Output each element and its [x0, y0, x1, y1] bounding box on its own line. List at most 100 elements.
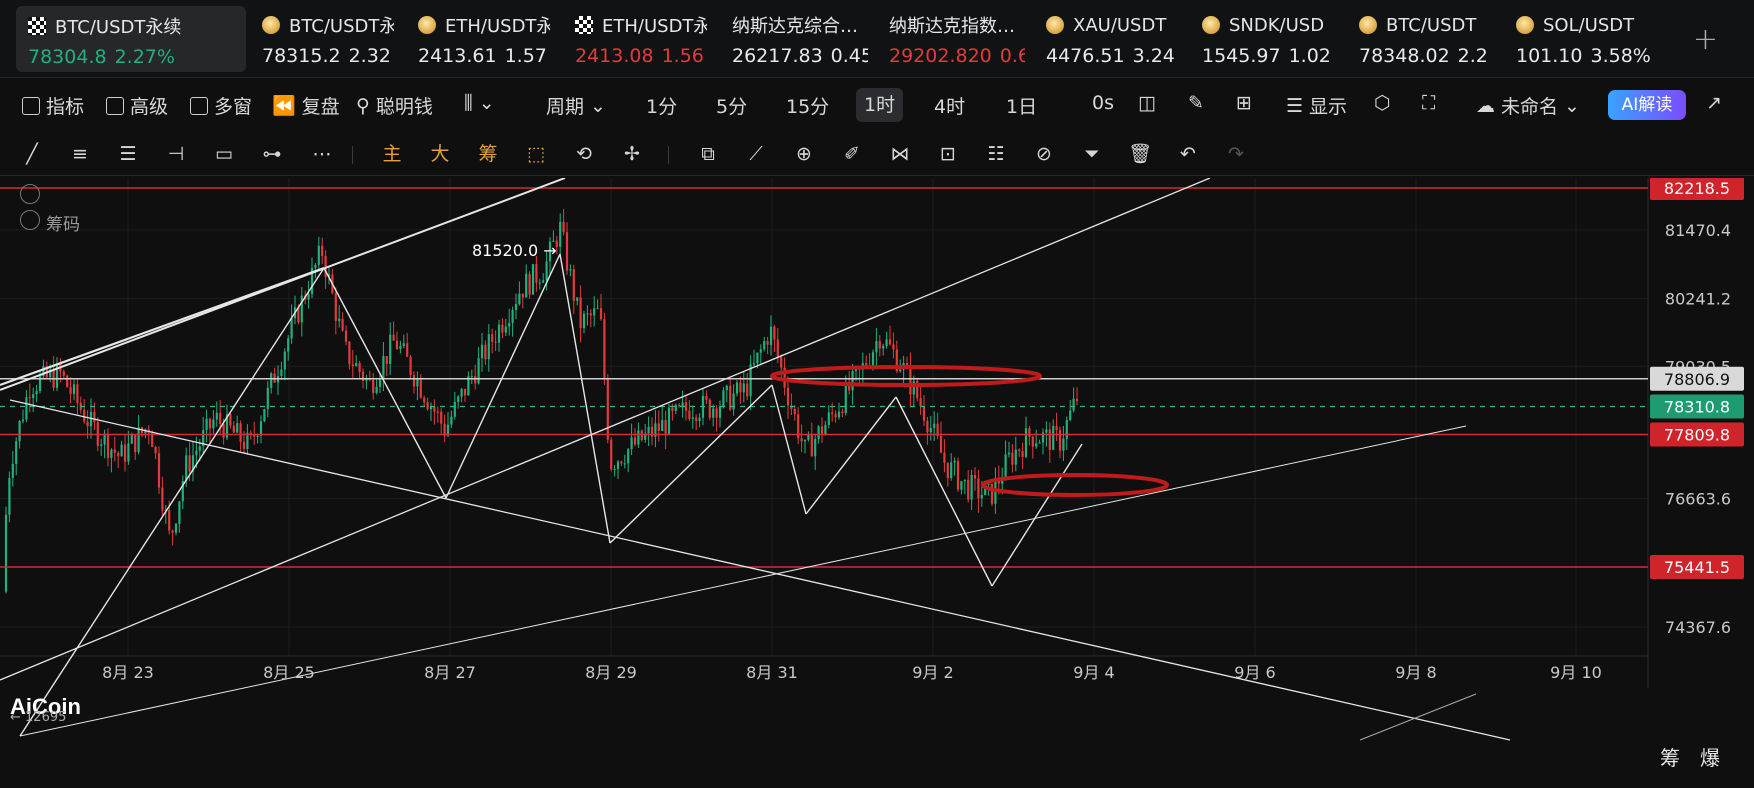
fullscreen-icon[interactable]: ⛶: [1422, 92, 1435, 114]
zoom-in-icon[interactable]: ⊕: [792, 142, 816, 166]
price-chart[interactable]: 81520.0 → 82218.581470.480241.279030.578…: [0, 178, 1754, 778]
more-tools-icon[interactable]: ⋯: [310, 142, 334, 166]
candle-up: [531, 264, 535, 295]
liquidation-toggle-bottom[interactable]: 爆: [1700, 746, 1740, 770]
trash-icon[interactable]: 🗑: [1128, 142, 1152, 166]
candle-up: [300, 295, 303, 323]
candle-up: [355, 363, 358, 366]
candle-up: [317, 245, 320, 265]
toolbar-divider: [352, 146, 353, 164]
ticker-tab-btc-usdt-2[interactable]: BTC/USDT永 78315.2 2.32: [262, 0, 394, 78]
candle-up: [453, 401, 456, 417]
undo-icon[interactable]: ↶: [1176, 142, 1200, 166]
main-indicator-toggle[interactable]: 主: [380, 142, 404, 166]
trend-line-icon[interactable]: ╱: [20, 142, 44, 166]
horizontal-ray-icon[interactable]: ⊣: [164, 142, 188, 166]
sync-icon[interactable]: ⟲: [572, 142, 596, 166]
lock-icon[interactable]: ⊡: [936, 142, 960, 166]
candle-down: [977, 478, 980, 499]
candle-down: [106, 433, 110, 458]
ticker-tab-btc-perp[interactable]: BTC/USDT永续 78304.8 2.27%: [16, 6, 246, 72]
pencil-icon[interactable]: ✎: [1188, 92, 1204, 114]
candle-down: [208, 418, 212, 429]
candle-down: [242, 441, 246, 449]
edit-list-icon[interactable]: ☷: [984, 142, 1008, 166]
indicators-button[interactable]: 指标: [22, 92, 84, 119]
chips-toggle-bottom[interactable]: 筹: [1660, 746, 1700, 770]
candle-down: [766, 341, 769, 345]
scroll-back-indicator[interactable]: ← 12695: [10, 710, 66, 725]
camera-icon[interactable]: ◫: [1138, 92, 1156, 114]
multi-window-button[interactable]: 多窗: [190, 92, 252, 119]
candle-down: [28, 397, 31, 399]
expand-icon[interactable]: [20, 184, 40, 204]
magnet-icon[interactable]: ✢: [620, 142, 644, 166]
visibility-icon[interactable]: ⋈: [888, 142, 912, 166]
replay-button[interactable]: ⏪ 复盘: [272, 92, 340, 119]
price-tag: 78310.8: [1664, 398, 1730, 417]
candle-down: [1018, 449, 1021, 451]
settings-icon[interactable]: ⬡: [1374, 92, 1391, 114]
add-layer-icon[interactable]: ⊞: [1236, 92, 1252, 114]
ticker-tab-btc-usdt-3[interactable]: BTC/USDT 78348.02 2.2: [1359, 0, 1491, 78]
signal-icon[interactable]: ⬚: [524, 142, 548, 166]
smart-money-button[interactable]: ⚲ 聪明钱: [356, 92, 433, 119]
gold-coin-icon: [262, 16, 280, 34]
price-tick-label: 74367.6: [1665, 618, 1731, 637]
rectangle-icon[interactable]: ▭: [212, 142, 236, 166]
share-icon[interactable]: ↗: [1706, 92, 1722, 114]
ticker-tab-sndk-usd[interactable]: SNDK/USD 1545.97 1.02: [1202, 0, 1334, 78]
candle-down: [810, 434, 813, 457]
candle-down: [973, 474, 977, 479]
descending-channel-line: [9, 399, 1511, 741]
candle-down: [66, 375, 69, 388]
parallel-channel-icon[interactable]: ≡: [68, 142, 92, 166]
bookmark-icon[interactable]: ⧉: [696, 142, 720, 166]
period-1d[interactable]: 1日: [1006, 92, 1037, 119]
period-5m[interactable]: 5分: [716, 92, 747, 119]
display-button[interactable]: ☰ 显示: [1286, 92, 1347, 119]
candle-up: [824, 424, 827, 435]
candle-up: [314, 264, 317, 268]
period-1m[interactable]: 1分: [646, 92, 677, 119]
ticker-tab-eth-usdt-2[interactable]: ETH/USDT永 2413.08 1.56: [575, 0, 707, 78]
period-1h[interactable]: 1时: [856, 88, 904, 122]
candle-down: [695, 417, 698, 422]
ruler-icon[interactable]: ⊶: [260, 142, 284, 166]
layout-name-dropdown[interactable]: ☁ 未命名 ⌄: [1476, 92, 1580, 119]
ticker-tab-eth-usdt[interactable]: ETH/USDT永 2413.61 1.57: [418, 0, 550, 78]
horizontal-lines-icon[interactable]: ☰: [116, 142, 140, 166]
ticker-tab-xau-usdt[interactable]: XAU/USDT 4476.51 3.24: [1046, 0, 1178, 78]
chips-toggle[interactable]: 筹: [476, 142, 500, 166]
big-order-toggle[interactable]: 大: [428, 142, 452, 166]
candle-down: [657, 423, 660, 431]
candle-up: [718, 406, 722, 418]
candle-up: [212, 419, 215, 429]
candle-down: [579, 297, 582, 329]
chart-type-dropdown[interactable]: ⫼ ⌄: [464, 92, 495, 114]
candle-up: [21, 419, 25, 422]
candle-down: [834, 413, 837, 418]
candle-up: [674, 404, 677, 411]
measure-icon[interactable]: ⟋: [744, 142, 768, 166]
collapse-icon[interactable]: [20, 210, 40, 230]
price-tick-label: 76663.6: [1665, 490, 1731, 509]
link-icon[interactable]: ⊘: [1032, 142, 1056, 166]
period-4h[interactable]: 4时: [934, 92, 965, 119]
candle-up: [1069, 410, 1072, 420]
brush-icon[interactable]: ✐: [840, 142, 864, 166]
ticker-tab-nasdaq-index[interactable]: 纳斯达克指数… 29202.820 0.6: [889, 0, 1025, 78]
advanced-button[interactable]: 高级: [106, 92, 168, 119]
filter-icon[interactable]: ⏷: [1080, 142, 1104, 166]
ticker-tab-nasdaq-composite[interactable]: 纳斯达克综合… 26217.83 0.45: [732, 0, 868, 78]
ticker-tab-sol-usdt[interactable]: SOL/USDT 101.10 3.58%: [1516, 0, 1652, 78]
ai-read-button[interactable]: AI解读: [1608, 90, 1686, 120]
period-15m[interactable]: 15分: [786, 92, 829, 119]
candle-up: [215, 412, 218, 420]
candle-up: [681, 402, 684, 407]
period-dropdown[interactable]: 周期 ⌄: [546, 92, 606, 119]
add-tab-icon[interactable]: +: [1693, 22, 1718, 57]
candle-up: [616, 461, 620, 469]
redo-icon[interactable]: ↷: [1224, 142, 1248, 166]
candle-up: [759, 349, 762, 353]
